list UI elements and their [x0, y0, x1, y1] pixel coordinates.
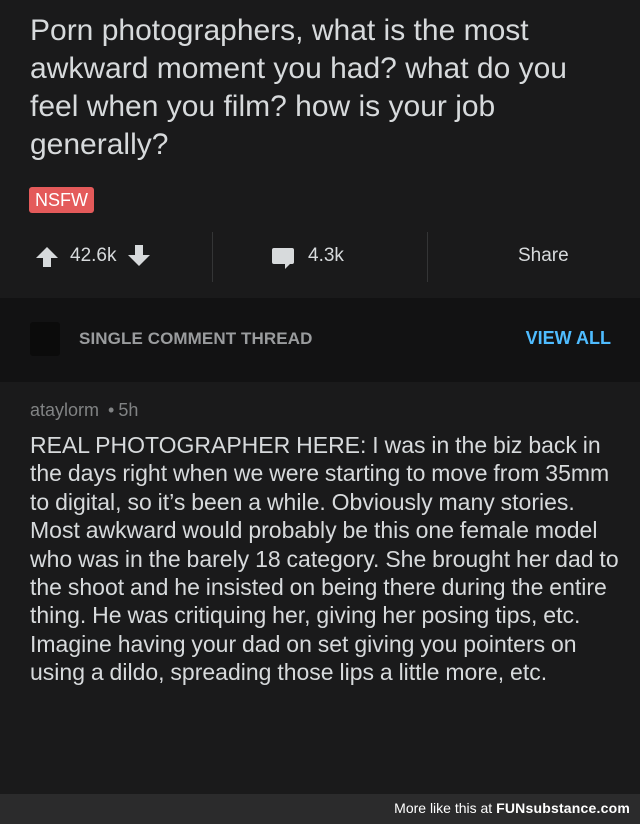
nsfw-badge: NSFW	[29, 187, 94, 213]
user-avatar	[30, 322, 60, 356]
share-label: Share	[518, 245, 569, 266]
post-action-bar: 42.6k 4.3k Share	[0, 228, 640, 284]
downvote-arrow-icon[interactable]	[128, 244, 151, 266]
comment-count: 4.3k	[308, 245, 344, 266]
comment-bubble-icon	[272, 248, 294, 269]
footer-brand: FUNsubstance.com	[496, 800, 630, 816]
post-title[interactable]: Porn photographers, what is the most awk…	[30, 12, 620, 164]
post-header: Porn photographers, what is the most awk…	[0, 0, 640, 300]
action-divider	[427, 232, 428, 282]
comments-button[interactable]: 4.3k	[272, 228, 344, 284]
upvote-arrow-icon[interactable]	[36, 246, 58, 267]
view-all-button[interactable]: VIEW ALL	[526, 328, 611, 349]
meta-separator: •	[108, 400, 115, 420]
footer-text: More like this at FUNsubstance.com	[394, 800, 630, 816]
comment-meta: ataylorm • 5h	[30, 400, 138, 421]
single-comment-thread-bar: SINGLE COMMENT THREAD VIEW ALL	[0, 298, 640, 382]
comment-body: REAL PHOTOGRAPHER HERE: I was in the biz…	[30, 432, 619, 686]
thread-label: SINGLE COMMENT THREAD	[79, 329, 313, 348]
comment-author[interactable]: ataylorm	[30, 400, 99, 420]
share-button[interactable]: Share	[518, 228, 569, 284]
comment: ataylorm • 5h REAL PHOTOGRAPHER HERE: I w…	[0, 382, 640, 794]
action-divider	[212, 232, 213, 282]
watermark-footer: More like this at FUNsubstance.com	[0, 794, 640, 824]
footer-prefix: More like this at	[394, 800, 493, 816]
vote-count: 42.6k	[70, 245, 117, 266]
comment-age: 5h	[118, 400, 139, 420]
vote-group: 42.6k	[36, 228, 151, 284]
